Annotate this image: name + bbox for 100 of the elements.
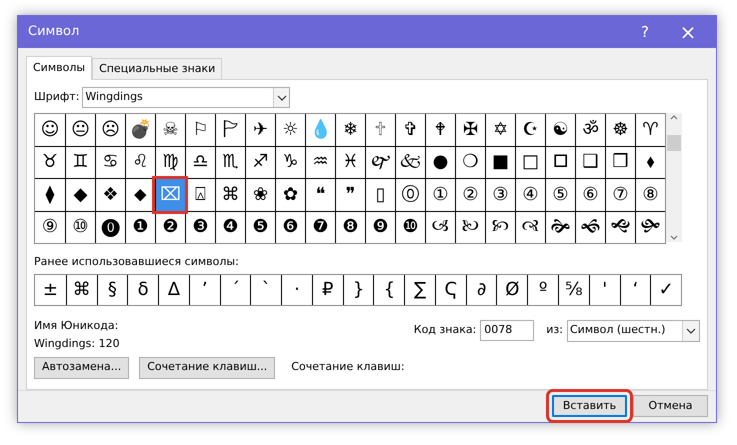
symbol-cell[interactable]: ♊ xyxy=(65,146,95,178)
scroll-down-icon[interactable] xyxy=(670,235,678,240)
symbol-cell[interactable]: ☪ xyxy=(515,114,545,146)
symbol-cell[interactable]: ⑧ xyxy=(635,179,665,210)
symbol-cell[interactable]: ❄ xyxy=(335,114,365,146)
symbol-cell[interactable]: 🙣 xyxy=(515,212,545,243)
symbol-cell[interactable]: ▯ xyxy=(365,179,395,210)
symbol-cell[interactable]: 🙢 xyxy=(425,212,455,243)
symbol-cell[interactable]: ⑩ xyxy=(65,212,95,243)
symbol-cell[interactable]: ⚐ xyxy=(185,114,215,146)
help-button[interactable]: ? xyxy=(630,20,660,44)
cancel-button[interactable]: Отмена xyxy=(633,395,708,418)
scroll-thumb[interactable] xyxy=(667,134,681,150)
close-button[interactable]: × xyxy=(670,22,706,42)
symbol-cell[interactable]: ⓿ xyxy=(95,212,125,243)
symbol-cell[interactable]: ♐ xyxy=(245,146,275,178)
symbol-cell[interactable]: ⑨ xyxy=(35,212,65,243)
symbol-cell[interactable]: ❷ xyxy=(155,212,185,243)
symbol-cell[interactable]: ☠ xyxy=(155,114,185,146)
from-dropdown[interactable]: Символ (шестн.) xyxy=(567,320,700,342)
symbol-cell[interactable]: ◆ xyxy=(65,179,95,210)
symbol-cell[interactable]: ❖ xyxy=(95,179,125,210)
symbol-cell[interactable]: ♉ xyxy=(35,146,65,178)
symbol-cell[interactable]: ⧫ xyxy=(35,179,65,210)
symbol-cell[interactable]: ❼ xyxy=(305,212,335,243)
symbol-cell[interactable]: 🙡 xyxy=(485,212,515,243)
symbol-cell[interactable]: ❾ xyxy=(365,212,395,243)
symbol-cell[interactable]: ④ xyxy=(515,179,545,210)
symbol-cell[interactable]: ■ xyxy=(485,146,515,178)
symbol-cell[interactable]: ❶ xyxy=(125,212,155,243)
symbol-cell[interactable]: ♈ xyxy=(635,114,665,146)
symbol-cell[interactable]: ⑦ xyxy=(605,179,635,210)
symbol-cell[interactable]: 🙝 xyxy=(605,212,635,243)
symbol-cell[interactable]: ❞ xyxy=(335,179,365,210)
symbol-cell[interactable]: ⑥ xyxy=(575,179,605,210)
symbol-cell[interactable]: ⬧ xyxy=(635,146,665,178)
symbol-cell[interactable]: ⍓ xyxy=(185,179,215,210)
symbol-cell[interactable]: ❑ xyxy=(575,146,605,178)
symbol-cell[interactable]: 🙠 xyxy=(455,212,485,243)
window-title: Символ xyxy=(28,23,80,42)
symbol-cell[interactable]: ✈ xyxy=(245,114,275,146)
symbol-cell[interactable]: ☸ xyxy=(605,114,635,146)
symbol-cell[interactable]: ✡ xyxy=(485,114,515,146)
symbol-cell[interactable]: ✠ xyxy=(455,114,485,146)
tab[interactable]: Специальные знаки xyxy=(92,58,222,79)
char-code-label: Код знака: xyxy=(414,322,476,338)
symbol-cell[interactable]: ♏ xyxy=(215,146,245,178)
symbol-cell[interactable]: ❹ xyxy=(215,212,245,243)
symbol-cell[interactable]: 🙞 xyxy=(545,212,575,243)
symbol-cell[interactable]: ☺ xyxy=(35,114,65,146)
symbol-cell[interactable]: ⑤ xyxy=(545,179,575,210)
char-code-field[interactable]: 0078 xyxy=(480,320,534,341)
symbol-cell[interactable]: 🏱 xyxy=(215,114,245,146)
font-label: Шрифт: xyxy=(34,89,80,106)
symbol-cell[interactable]: ● xyxy=(425,146,455,178)
dropdown-caret-icon xyxy=(686,328,696,334)
symbol-cell[interactable]: ❿ xyxy=(395,212,425,243)
symbol-cell[interactable]: 🙟 xyxy=(635,212,665,243)
dropdown-caret-icon xyxy=(276,94,287,100)
from-label: из: xyxy=(546,322,563,338)
shortcut-label: Сочетание клавиш: xyxy=(291,359,405,376)
symbol-cell[interactable]: ☯ xyxy=(545,114,575,146)
symbol-cell[interactable]: ☼ xyxy=(275,114,305,146)
scroll-up-icon[interactable] xyxy=(670,115,678,120)
symbol-cell[interactable]: ❺ xyxy=(245,212,275,243)
symbol-cell[interactable]: ② xyxy=(455,179,485,210)
symbol-cell[interactable]: 🕆 xyxy=(365,114,395,146)
symbol-cell[interactable]: 🞐 xyxy=(545,146,575,178)
symbol-cell[interactable]: ⌘ xyxy=(215,179,245,210)
symbol-cell[interactable]: 🙵 xyxy=(395,146,425,178)
symbol-cell[interactable]: 😐 xyxy=(65,114,95,146)
scrollbar[interactable] xyxy=(666,113,682,242)
symbol-cell[interactable]: ❸ xyxy=(185,212,215,243)
symbol-cell[interactable]: ♋ xyxy=(95,146,125,178)
symbol-cell[interactable]: ❍ xyxy=(455,146,485,178)
symbol-cell[interactable]: ① xyxy=(425,179,455,210)
symbol-cell[interactable]: 🙜 xyxy=(575,212,605,243)
symbol-cell[interactable]: ❀ xyxy=(245,179,275,210)
symbol-cell[interactable]: 🙰 xyxy=(365,146,395,178)
recent-label: Ранее использовавшиеся символы: xyxy=(34,254,240,270)
symbol-cell[interactable]: ☹ xyxy=(95,114,125,146)
symbol-cell[interactable]: ॐ xyxy=(575,114,605,146)
dialog-button[interactable]: Автозамена... xyxy=(34,356,130,378)
symbol-cell[interactable]: ♓ xyxy=(335,146,365,178)
symbol-cell[interactable]: 🕈 xyxy=(425,114,455,146)
symbol-cell[interactable]: ✞ xyxy=(395,114,425,146)
symbol-cell[interactable]: ♒ xyxy=(305,146,335,178)
symbol-cell[interactable]: ⓪ xyxy=(395,179,425,210)
symbol-cell[interactable]: □ xyxy=(515,146,545,178)
symbol-cell[interactable]: ✿ xyxy=(275,179,305,210)
dialog-button[interactable]: Сочетание клавиш... xyxy=(139,356,276,378)
symbol-cell[interactable]: ❒ xyxy=(605,146,635,178)
font-dropdown[interactable]: Wingdings xyxy=(82,87,290,108)
symbol-cell[interactable]: ❻ xyxy=(275,212,305,243)
symbol-cell[interactable]: ❽ xyxy=(335,212,365,243)
tab[interactable]: Символы xyxy=(26,56,92,80)
symbol-cell[interactable]: ❝ xyxy=(305,179,335,210)
symbol-cell[interactable]: ③ xyxy=(485,179,515,210)
symbol-cell[interactable]: ♑ xyxy=(275,146,305,178)
recent-symbol[interactable]: ± xyxy=(35,274,66,304)
